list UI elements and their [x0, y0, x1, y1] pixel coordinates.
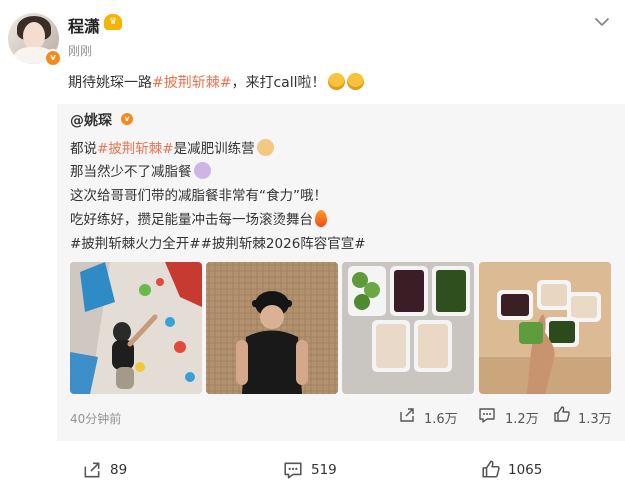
- author-name[interactable]: 程潇: [68, 13, 100, 37]
- like-icon[interactable]: [553, 405, 571, 423]
- like-count[interactable]: 1.3万: [578, 408, 612, 427]
- repost-icon[interactable]: [82, 460, 102, 480]
- photo-portrait[interactable]: [206, 262, 338, 394]
- post-text-start: 期待姚琛一路: [68, 75, 152, 91]
- topic-links[interactable]: #披荆斩棘火力全开##披荆斩棘2026阵容官宣#: [70, 232, 366, 252]
- repost-line-2: 那当然少不了减脂餐: [70, 160, 211, 180]
- repost-author[interactable]: @姚琛: [70, 110, 112, 130]
- post-text-end: ，来打call啦！: [231, 75, 326, 91]
- like-button-count[interactable]: 1065: [508, 462, 542, 478]
- comment-count[interactable]: 1.2万: [505, 408, 539, 427]
- repost-text: 是减肥训练营: [173, 141, 255, 157]
- verified-icon: v: [121, 113, 133, 125]
- repost-time: 40分钟前: [70, 412, 122, 426]
- repost-text: 那当然少不了减脂餐: [70, 164, 192, 180]
- post-time: 刚刚: [68, 44, 93, 58]
- crown-badge-icon[interactable]: ♛: [104, 14, 122, 30]
- verified-icon: v: [44, 49, 62, 67]
- fire-emoji-icon: [315, 210, 327, 227]
- photo-hand-meals[interactable]: [479, 262, 611, 394]
- dizzy-emoji-icon: [193, 162, 211, 179]
- repost-text: 都说: [70, 141, 97, 157]
- comment-button-count[interactable]: 519: [311, 462, 337, 478]
- like-icon[interactable]: [481, 459, 501, 479]
- repost-line-3: 这次给哥哥们带的减脂餐非常有“食力”哦！: [70, 188, 327, 204]
- repost-line-1: 都说#披荆斩棘#是减肥训练营: [70, 137, 274, 157]
- post-text: 期待姚琛一路#披荆斩棘#，来打call啦！: [68, 72, 364, 92]
- cheer-emoji-icon: [346, 73, 364, 90]
- comment-icon[interactable]: [283, 460, 303, 480]
- photo-meal-boxes[interactable]: [342, 262, 474, 394]
- comment-icon[interactable]: [478, 406, 496, 424]
- cheer-emoji-icon: [327, 73, 345, 90]
- topic-link[interactable]: #披荆斩棘#: [97, 141, 174, 157]
- topic-link[interactable]: #披荆斩棘#: [152, 75, 231, 91]
- repost-line-4: 吃好练好，攒足能量冲击每一场滚烫舞台: [70, 208, 327, 228]
- repost-count[interactable]: 1.6万: [424, 408, 458, 427]
- chevron-down-icon[interactable]: [592, 12, 612, 32]
- bear-emoji-icon: [256, 139, 274, 156]
- repost-button-count[interactable]: 89: [110, 462, 127, 478]
- photo-climbing[interactable]: [70, 262, 202, 394]
- repost-text: 吃好练好，攒足能量冲击每一场滚烫舞台: [70, 212, 313, 228]
- repost-icon[interactable]: [398, 406, 416, 424]
